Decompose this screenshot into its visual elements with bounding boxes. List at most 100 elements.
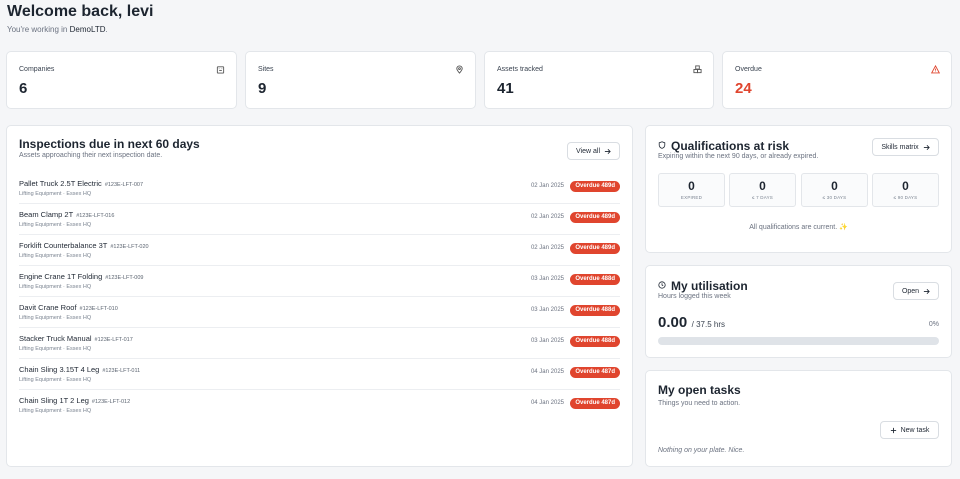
tasks-panel: My open tasks Things you need to action.… bbox=[645, 370, 952, 467]
overdue-badge: Overdue 488d bbox=[570, 274, 620, 285]
overdue-badge: Overdue 488d bbox=[570, 305, 620, 316]
asset-name: Pallet Truck 2.5T Electric bbox=[19, 179, 102, 188]
asset-code: #123E-LFT-016 bbox=[76, 213, 115, 219]
due-date: 03 Jan 2025 bbox=[530, 307, 564, 313]
org-name: DemoLTD bbox=[69, 25, 106, 34]
hours-target: / 37.5 hrs bbox=[691, 320, 726, 329]
stat-label: Companies bbox=[19, 66, 55, 73]
qual-count: 0 bbox=[902, 179, 909, 193]
panel-subtitle: Hours logged this week bbox=[658, 293, 731, 300]
plus-icon bbox=[890, 427, 896, 433]
asset-code: #123E-LFT-009 bbox=[105, 275, 144, 281]
inspections-panel: Inspections due in next 60 days Assets a… bbox=[6, 125, 633, 467]
inspection-row[interactable]: Chain Sling 1T 2 Leg #123E-LFT-012 Liftin… bbox=[19, 390, 620, 421]
overdue-badge: Overdue 487d bbox=[570, 398, 620, 409]
due-date: 04 Jan 2025 bbox=[530, 369, 564, 375]
asset-name: Chain Sling 1T 2 Leg bbox=[19, 396, 89, 405]
inspection-row[interactable]: Pallet Truck 2.5T Electric #123E-LFT-007 … bbox=[19, 173, 620, 204]
utilisation-panel: My utilisation Hours logged this week Op… bbox=[645, 265, 952, 358]
asset-name: Forklift Counterbalance 3T bbox=[19, 241, 108, 250]
view-all-button[interactable]: View all bbox=[567, 142, 620, 160]
arrow-right-icon bbox=[604, 148, 611, 154]
tasks-empty-state: Nothing on your plate. Nice. bbox=[658, 447, 745, 454]
inspection-row[interactable]: Chain Sling 3.15T 4 Leg #123E-LFT-011 Lif… bbox=[19, 359, 620, 390]
utilisation-percent: 0% bbox=[928, 321, 939, 328]
asset-name: Stacker Truck Manual bbox=[19, 334, 92, 343]
qual-label: ≤ 30 DAYS bbox=[822, 195, 847, 200]
asset-code: #123E-LFT-007 bbox=[104, 182, 144, 188]
qual-label: ≤ 90 DAYS bbox=[893, 195, 918, 200]
qual-box-90-days: 0 ≤ 90 DAYS bbox=[872, 173, 939, 207]
asset-name: Chain Sling 3.15T 4 Leg bbox=[19, 365, 100, 374]
stat-value: 9 bbox=[258, 80, 267, 97]
asset-code: #123E-LFT-017 bbox=[94, 337, 133, 343]
stat-card-sites[interactable]: Sites 9 bbox=[245, 51, 476, 109]
qual-count: 0 bbox=[831, 179, 838, 193]
panel-subtitle: Assets approaching their next inspection… bbox=[19, 152, 163, 159]
hours-value: 0.00 bbox=[658, 314, 688, 331]
stat-value: 6 bbox=[19, 80, 28, 97]
building-icon bbox=[216, 66, 225, 74]
overdue-badge: Overdue 487d bbox=[570, 367, 620, 378]
asset-meta: Lifting Equipment · Essex HQ bbox=[19, 408, 92, 414]
panel-title: My utilisation bbox=[671, 279, 748, 293]
due-date: 03 Jan 2025 bbox=[530, 276, 564, 282]
qual-box-7-days: 0 ≤ 7 DAYS bbox=[729, 173, 796, 207]
qualifications-status: All qualifications are current. ✨ bbox=[749, 224, 848, 231]
qual-box-expired: 0 EXPIRED bbox=[658, 173, 725, 207]
overdue-badge: Overdue 489d bbox=[570, 212, 620, 223]
asset-code: #123E-LFT-012 bbox=[91, 399, 131, 405]
overdue-badge: Overdue 489d bbox=[570, 243, 620, 254]
qual-label: ≤ 7 DAYS bbox=[752, 195, 773, 200]
overdue-badge: Overdue 489d bbox=[570, 181, 620, 192]
asset-meta: Lifting Equipment · Essex HQ bbox=[19, 191, 92, 197]
inspection-row[interactable]: Engine Crane 1T Folding #123E-LFT-009 Lif… bbox=[19, 266, 620, 297]
due-date: 02 Jan 2025 bbox=[530, 183, 564, 189]
asset-code: #123E-LFT-010 bbox=[79, 306, 118, 312]
panel-title: My open tasks bbox=[658, 383, 741, 397]
skills-matrix-button[interactable]: Skills matrix bbox=[872, 138, 939, 156]
warning-icon bbox=[931, 65, 940, 74]
open-button[interactable]: Open bbox=[893, 282, 939, 300]
stat-card-assets[interactable]: Assets tracked 41 bbox=[484, 51, 714, 109]
panel-title: Qualifications at risk bbox=[671, 139, 790, 153]
asset-name: Davit Crane Roof bbox=[19, 303, 77, 312]
asset-meta: Lifting Equipment · Essex HQ bbox=[19, 253, 92, 259]
stat-card-companies[interactable]: Companies 6 bbox=[6, 51, 237, 109]
due-date: 04 Jan 2025 bbox=[530, 400, 564, 406]
qual-box-30-days: 0 ≤ 30 DAYS bbox=[801, 173, 868, 207]
asset-code: #123E-LFT-020 bbox=[110, 244, 149, 250]
asset-meta: Lifting Equipment · Essex HQ bbox=[19, 315, 92, 321]
due-date: 02 Jan 2025 bbox=[530, 245, 564, 251]
qual-count: 0 bbox=[759, 179, 766, 193]
working-in-text: You're working in DemoLTD. bbox=[7, 25, 108, 34]
map-pin-icon bbox=[456, 65, 463, 74]
stat-label: Overdue bbox=[735, 66, 762, 73]
asset-meta: Lifting Equipment · Essex HQ bbox=[19, 222, 92, 228]
clock-icon bbox=[658, 281, 666, 289]
asset-name: Engine Crane 1T Folding bbox=[19, 272, 103, 281]
overdue-badge: Overdue 488d bbox=[570, 336, 620, 347]
asset-meta: Lifting Equipment · Essex HQ bbox=[19, 346, 92, 352]
panel-title: Inspections due in next 60 days bbox=[19, 137, 200, 151]
stat-label: Assets tracked bbox=[497, 66, 543, 73]
due-date: 03 Jan 2025 bbox=[530, 338, 564, 344]
inspection-row[interactable]: Beam Clamp 2T #123E-LFT-016 Lifting Equip… bbox=[19, 204, 620, 235]
stat-label: Sites bbox=[258, 66, 274, 73]
inspection-row[interactable]: Davit Crane Roof #123E-LFT-010 Lifting Eq… bbox=[19, 297, 620, 328]
qual-label: EXPIRED bbox=[680, 195, 703, 200]
page-title: Welcome back, levi bbox=[7, 3, 154, 20]
welcome-header: Welcome back, levi You're working in Dem… bbox=[7, 2, 153, 34]
hours-logged: 0.00 / 37.5 hrs bbox=[658, 314, 725, 332]
asset-name: Beam Clamp 2T bbox=[19, 210, 74, 219]
due-date: 02 Jan 2025 bbox=[530, 214, 564, 220]
qual-count: 0 bbox=[688, 179, 695, 193]
panel-subtitle: Expiring within the next 90 days, or alr… bbox=[658, 153, 819, 160]
shield-icon bbox=[658, 141, 666, 149]
new-task-button[interactable]: New task bbox=[880, 421, 939, 439]
asset-code: #123E-LFT-011 bbox=[102, 368, 141, 374]
arrow-right-icon bbox=[923, 288, 930, 294]
inspection-row[interactable]: Stacker Truck Manual #123E-LFT-017 Liftin… bbox=[19, 328, 620, 359]
inspection-row[interactable]: Forklift Counterbalance 3T #123E-LFT-020 … bbox=[19, 235, 620, 266]
stat-card-overdue[interactable]: Overdue 24 bbox=[722, 51, 952, 109]
